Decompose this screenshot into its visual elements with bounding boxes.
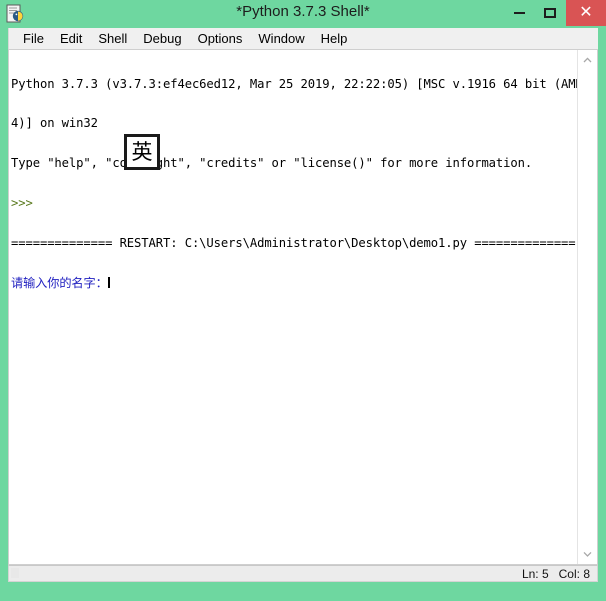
input-prompt-text: 请输入你的名字： — [11, 276, 108, 291]
console-restart-line: ============== RESTART: C:\Users\Adminis… — [11, 236, 576, 251]
scroll-down-icon[interactable] — [578, 545, 597, 563]
chevron-down-icon — [583, 551, 592, 557]
scroll-up-icon[interactable] — [578, 51, 597, 69]
menu-item-edit[interactable]: Edit — [52, 31, 90, 46]
menu-bar: File Edit Shell Debug Options Window Hel… — [8, 28, 598, 49]
menu-item-window[interactable]: Window — [250, 31, 312, 46]
console-input-line[interactable]: 请输入你的名字： — [11, 276, 577, 291]
close-icon: ✕ — [579, 4, 593, 21]
menu-item-list: File Edit Shell Debug Options Window Hel… — [9, 28, 355, 49]
idle-shell-window: *Python 3.7.3 Shell* ✕ File Edit Shell D… — [0, 0, 606, 601]
console-line: Python 3.7.3 (v3.7.3:ef4ec6ed12, Mar 25 … — [11, 76, 591, 91]
maximize-icon — [544, 8, 556, 18]
vertical-scrollbar[interactable] — [577, 50, 597, 564]
console-line: 4)] on win32 — [11, 116, 98, 131]
minimize-button[interactable] — [505, 0, 533, 26]
chevron-up-icon — [583, 57, 592, 63]
minimize-icon — [513, 12, 525, 14]
title-bar[interactable]: *Python 3.7.3 Shell* ✕ — [0, 0, 606, 28]
ime-mode-label: 英 — [131, 139, 153, 164]
menu-item-debug[interactable]: Debug — [135, 31, 189, 46]
text-cursor — [107, 277, 110, 289]
status-bar: Ln: 5 Col: 8 — [8, 565, 598, 582]
close-button[interactable]: ✕ — [566, 0, 606, 26]
console-output[interactable]: Python 3.7.3 (v3.7.3:ef4ec6ed12, Mar 25 … — [11, 51, 591, 563]
menu-item-options[interactable]: Options — [190, 31, 251, 46]
status-line-number: Ln: 5 — [521, 566, 549, 581]
maximize-button[interactable] — [536, 0, 564, 26]
console-line: Type "help", "copyright", "credits" or "… — [11, 156, 533, 171]
status-column-number: Col: 8 — [558, 566, 590, 581]
shell-text-area[interactable]: Python 3.7.3 (v3.7.3:ef4ec6ed12, Mar 25 … — [8, 49, 598, 565]
ime-mode-indicator[interactable]: 英 — [124, 134, 160, 170]
menu-item-file[interactable]: File — [15, 31, 52, 46]
menu-item-help[interactable]: Help — [313, 31, 356, 46]
console-prompt-line: >>> — [11, 196, 33, 211]
menu-item-shell[interactable]: Shell — [90, 31, 135, 46]
